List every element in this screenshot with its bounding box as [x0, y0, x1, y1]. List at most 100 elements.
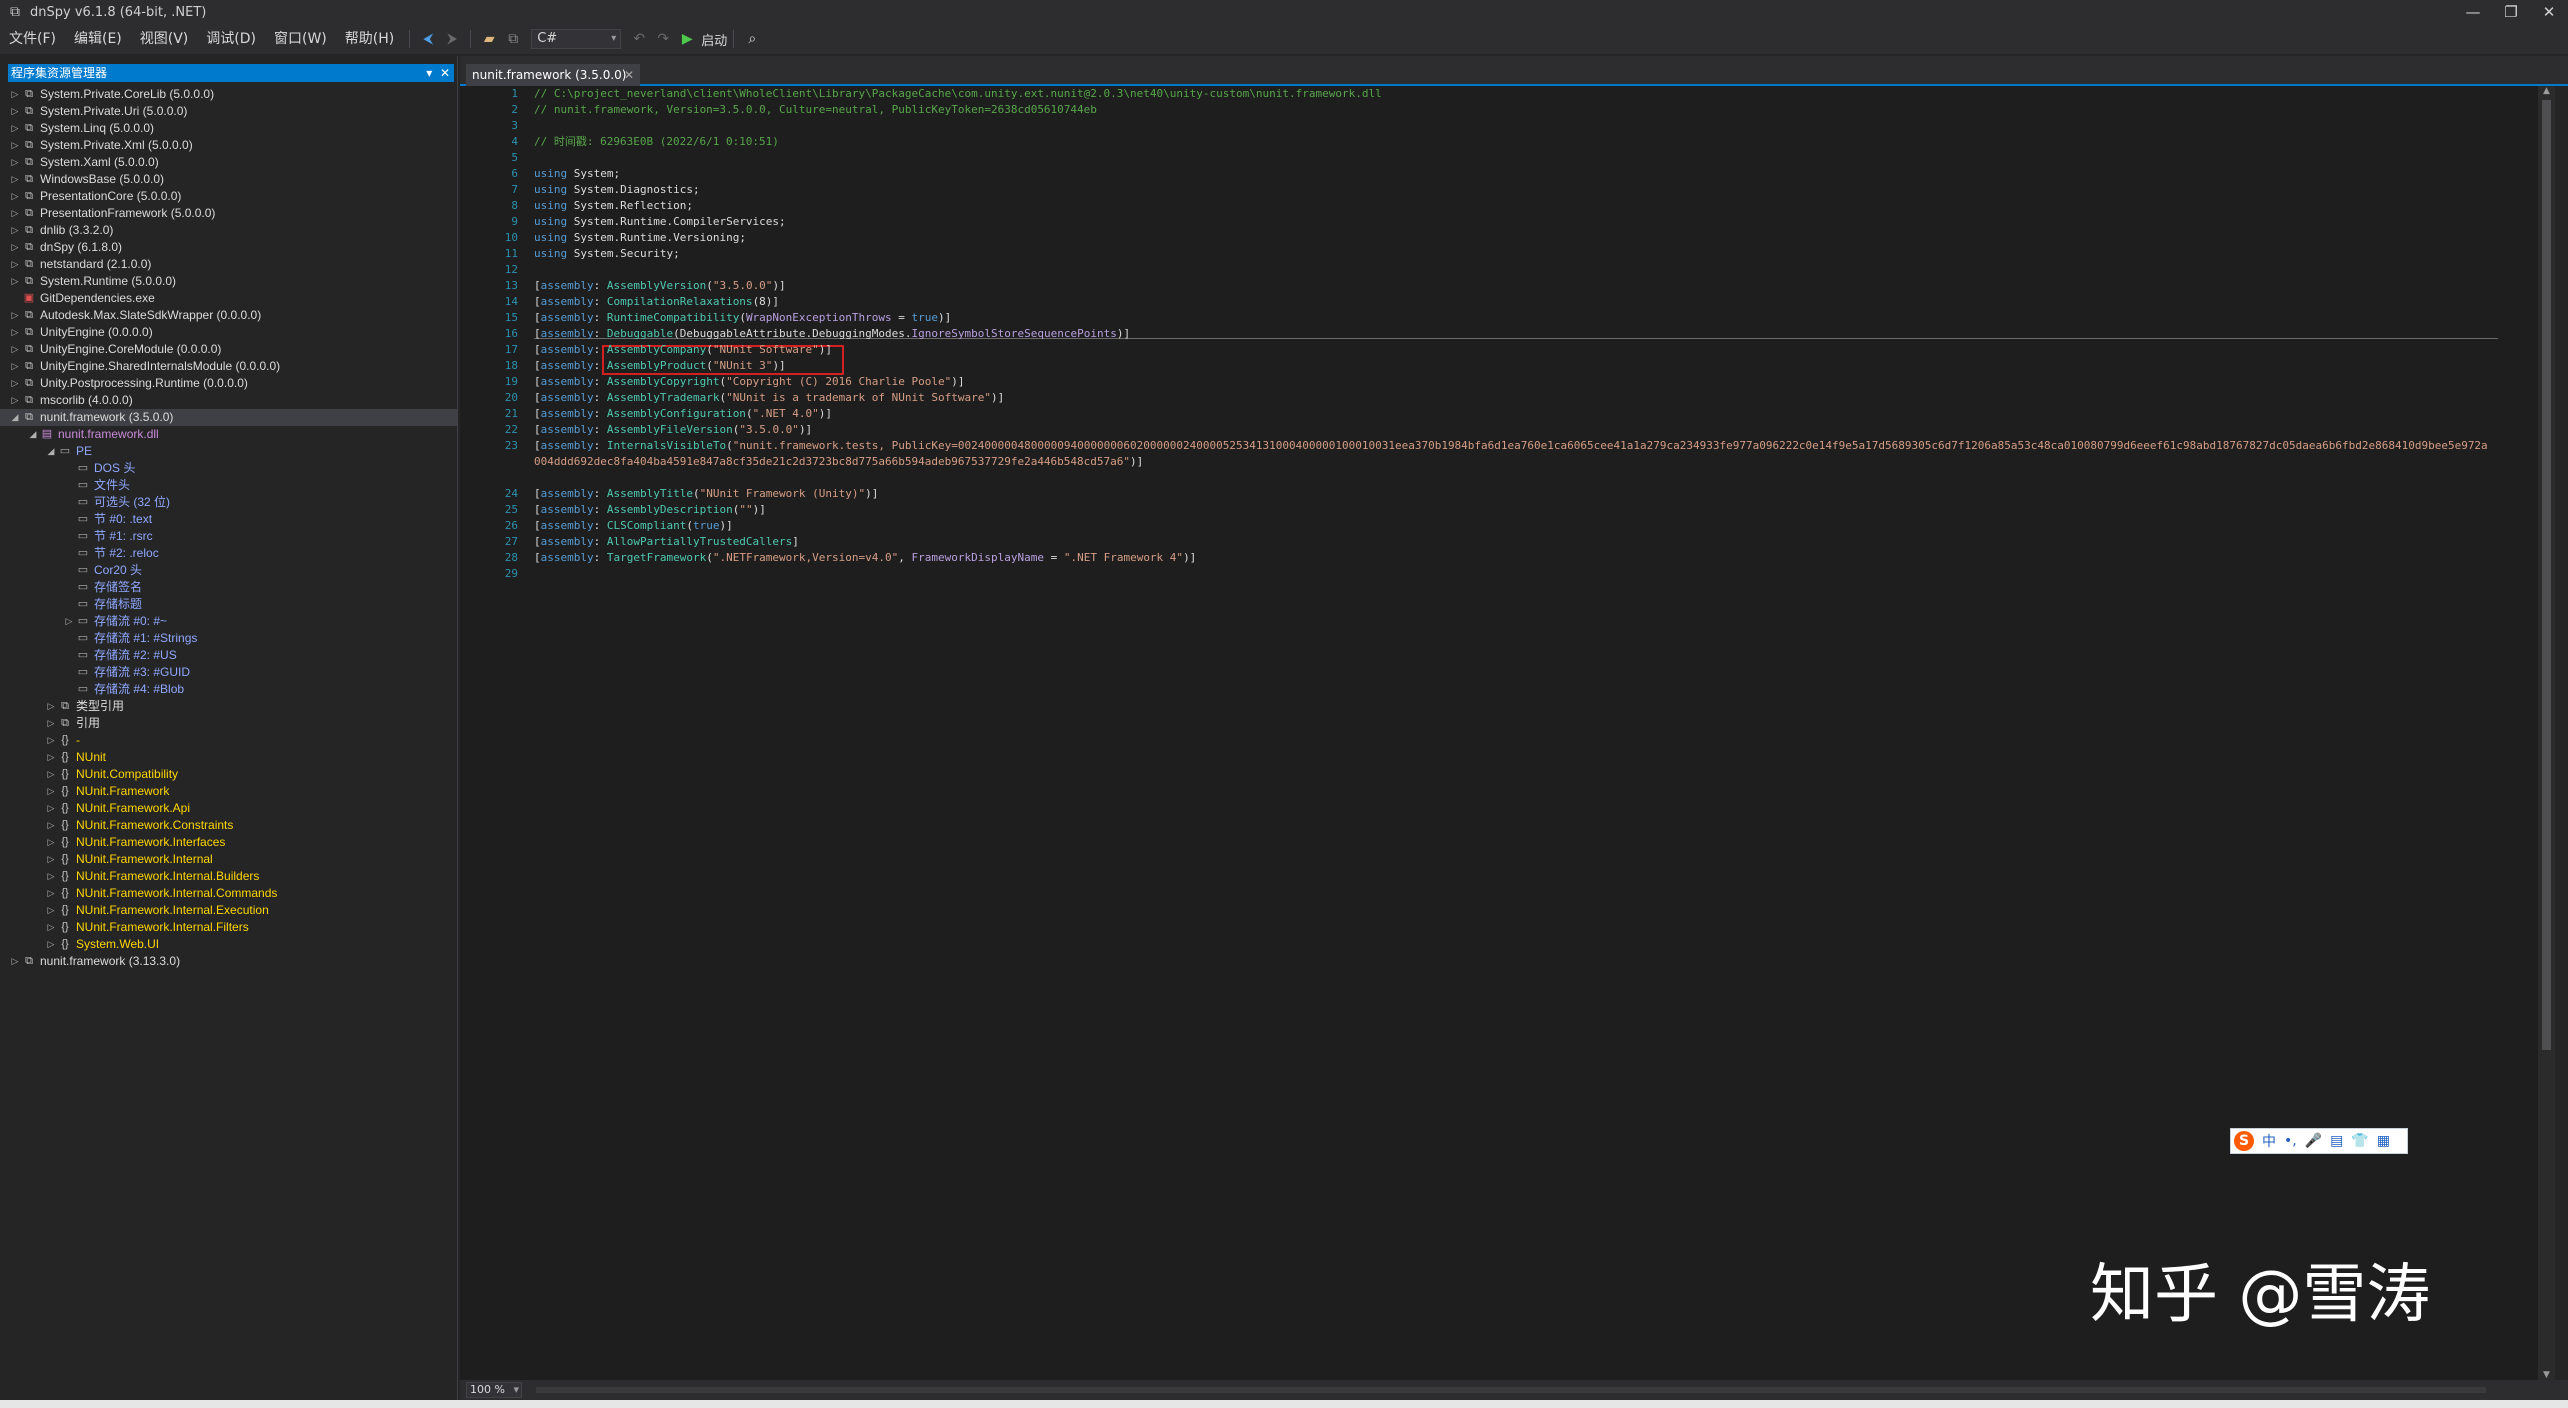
expand-arrow-icon[interactable]: ▷ — [10, 324, 20, 341]
scroll-up-icon[interactable]: ▲ — [2538, 86, 2555, 96]
panel-close-icon[interactable]: ✕ — [440, 66, 450, 80]
tree-item[interactable]: ▭ 节 #0: .text — [0, 511, 458, 528]
tree-item[interactable]: ▷ {} NUnit — [0, 749, 458, 766]
expand-arrow-icon[interactable]: ▷ — [46, 919, 56, 936]
code-line[interactable]: 22 [assembly: AssemblyFileVersion("3.5.0.… — [460, 422, 2538, 438]
expand-arrow-icon[interactable]: ▷ — [10, 120, 20, 137]
tree-item[interactable]: ▷ {} NUnit.Framework — [0, 783, 458, 800]
tree-item[interactable]: ▷ ⧉ WindowsBase (5.0.0.0) — [0, 171, 458, 188]
code-line[interactable]: 28 [assembly: TargetFramework(".NETFramew… — [460, 550, 2538, 566]
tree-item[interactable]: ▷ ⧉ dnSpy (6.1.8.0) — [0, 239, 458, 256]
expand-arrow-icon[interactable]: ▷ — [46, 783, 56, 800]
tree-item[interactable]: ▷ ⧉ System.Private.CoreLib (5.0.0.0) — [0, 86, 458, 103]
expand-arrow-icon[interactable]: ▷ — [46, 885, 56, 902]
code-line[interactable]: 21 [assembly: AssemblyConfiguration(".NET… — [460, 406, 2538, 422]
tree-item[interactable]: ▷ ⧉ 类型引用 — [0, 698, 458, 715]
tree-item[interactable]: ▷ ⧉ UnityEngine (0.0.0.0) — [0, 324, 458, 341]
tree-item[interactable]: ▷ ⧉ System.Private.Uri (5.0.0.0) — [0, 103, 458, 120]
tree-item[interactable]: ▷ ⧉ nunit.framework (3.13.3.0) — [0, 953, 458, 970]
keyboard-icon[interactable]: ▤ — [2330, 1133, 2343, 1149]
tree-item[interactable]: ▷ ▭ 存储流 #0: #~ — [0, 613, 458, 630]
ime-chinese-mode[interactable]: 中 — [2262, 1131, 2276, 1151]
expand-arrow-icon[interactable]: ▷ — [10, 137, 20, 154]
code-line[interactable]: 14 [assembly: CompilationRelaxations(8)] — [460, 294, 2538, 310]
tree-item[interactable]: ▭ 存储标题 — [0, 596, 458, 613]
back-icon[interactable]: ⮜ — [418, 29, 438, 49]
maximize-button[interactable]: ❐ — [2492, 0, 2530, 24]
language-select[interactable]: C# ▾ — [531, 29, 622, 49]
menu-help[interactable]: 帮助(H) — [336, 24, 403, 54]
code-line[interactable]: 26 [assembly: CLSCompliant(true)] — [460, 518, 2538, 534]
code-line[interactable]: 13 [assembly: AssemblyVersion("3.5.0.0")] — [460, 278, 2538, 294]
expand-arrow-icon[interactable]: ▷ — [10, 256, 20, 273]
expand-arrow-icon[interactable]: ▷ — [46, 698, 56, 715]
toolbox-icon[interactable]: ▦ — [2377, 1133, 2390, 1149]
expand-arrow-icon[interactable]: ▷ — [10, 205, 20, 222]
tree-item[interactable]: ▷ ⧉ PresentationFramework (5.0.0.0) — [0, 205, 458, 222]
tree-item[interactable]: ▭ 节 #2: .reloc — [0, 545, 458, 562]
tree-item[interactable]: ▭ 可选头 (32 位) — [0, 494, 458, 511]
expand-arrow-icon[interactable]: ▷ — [46, 936, 56, 953]
start-debug-icon[interactable]: ▶ — [677, 29, 697, 49]
code-line[interactable]: 1 // C:\project_neverland\client\WholeCli… — [460, 86, 2538, 102]
tree-item[interactable]: ▷ ⧉ mscorlib (4.0.0.0) — [0, 392, 458, 409]
undo-icon[interactable]: ↶ — [629, 29, 649, 49]
expand-arrow-icon[interactable]: ▷ — [10, 392, 20, 409]
microphone-icon[interactable]: 🎤 — [2305, 1133, 2322, 1149]
tree-item[interactable]: ▷ {} System.Web.UI — [0, 936, 458, 953]
menu-view[interactable]: 视图(V) — [131, 24, 198, 54]
tree-item[interactable]: ▷ {} - — [0, 732, 458, 749]
tree-item[interactable]: ▷ ⧉ System.Runtime (5.0.0.0) — [0, 273, 458, 290]
tree-item[interactable]: ▷ ⧉ netstandard (2.1.0.0) — [0, 256, 458, 273]
collapse-arrow-icon[interactable]: ◢ — [10, 409, 20, 426]
expand-arrow-icon[interactable]: ▷ — [10, 171, 20, 188]
code-line[interactable]: 27 [assembly: AllowPartiallyTrustedCaller… — [460, 534, 2538, 550]
tree-item[interactable]: ▭ 存储流 #3: #GUID — [0, 664, 458, 681]
code-line[interactable]: 5 — [460, 150, 2538, 166]
tree-item[interactable]: ▷ ⧉ System.Xaml (5.0.0.0) — [0, 154, 458, 171]
tree-item[interactable]: ▭ 节 #1: .rsrc — [0, 528, 458, 545]
code-line[interactable]: 6 using System; — [460, 166, 2538, 182]
sogou-logo-icon[interactable]: S — [2234, 1131, 2254, 1151]
tree-item[interactable]: ▭ DOS 头 — [0, 460, 458, 477]
expand-arrow-icon[interactable]: ▷ — [46, 800, 56, 817]
open-list-icon[interactable]: ⧉ — [503, 29, 523, 49]
expand-arrow-icon[interactable]: ▷ — [10, 103, 20, 120]
code-line[interactable]: 17 [assembly: AssemblyCompany("NUnit Soft… — [460, 342, 2538, 358]
scroll-down-icon[interactable]: ▼ — [2538, 1370, 2555, 1380]
tree-item[interactable]: ▭ 存储流 #4: #Blob — [0, 681, 458, 698]
expand-arrow-icon[interactable]: ▷ — [10, 188, 20, 205]
expand-arrow-icon[interactable]: ▷ — [46, 817, 56, 834]
tree-item[interactable]: ▷ {} NUnit.Compatibility — [0, 766, 458, 783]
expand-arrow-icon[interactable]: ▷ — [46, 868, 56, 885]
expand-arrow-icon[interactable]: ▷ — [10, 273, 20, 290]
code-line[interactable]: 10 using System.Runtime.Versioning; — [460, 230, 2538, 246]
expand-arrow-icon[interactable]: ▷ — [10, 953, 20, 970]
tree-item[interactable]: ▷ ⧉ System.Linq (5.0.0.0) — [0, 120, 458, 137]
expand-arrow-icon[interactable]: ▷ — [46, 732, 56, 749]
code-line[interactable]: 12 — [460, 262, 2538, 278]
redo-icon[interactable]: ↷ — [653, 29, 673, 49]
expand-arrow-icon[interactable]: ▷ — [46, 834, 56, 851]
zoom-select[interactable]: 100 % ▾ — [466, 1382, 522, 1398]
tree-item[interactable]: ▷ {} NUnit.Framework.Internal.Builders — [0, 868, 458, 885]
code-line[interactable]: 19 [assembly: AssemblyCopyright("Copyrigh… — [460, 374, 2538, 390]
expand-arrow-icon[interactable]: ▷ — [10, 86, 20, 103]
tree-item[interactable]: ▷ {} NUnit.Framework.Internal.Execution — [0, 902, 458, 919]
panel-dropdown-icon[interactable]: ▾ — [426, 66, 432, 80]
tab-close-icon[interactable]: ✕ — [624, 64, 634, 86]
expand-arrow-icon[interactable]: ▷ — [46, 766, 56, 783]
start-debug-label[interactable]: 启动 — [701, 30, 727, 49]
code-line[interactable]: 11 using System.Security; — [460, 246, 2538, 262]
vertical-scrollbar[interactable]: ▲ ▼ — [2538, 86, 2555, 1380]
menu-debug[interactable]: 调试(D) — [197, 24, 265, 54]
code-editor[interactable]: 1 // C:\project_neverland\client\WholeCli… — [460, 86, 2538, 1380]
skin-icon[interactable]: 👕 — [2351, 1133, 2368, 1149]
menu-window[interactable]: 窗口(W) — [265, 24, 336, 54]
tree-item[interactable]: ◢ ▭ PE — [0, 443, 458, 460]
expand-arrow-icon[interactable]: ▷ — [10, 222, 20, 239]
expand-arrow-icon[interactable]: ▷ — [10, 358, 20, 375]
expand-arrow-icon[interactable]: ▷ — [46, 851, 56, 868]
assembly-tree[interactable]: ▷ ⧉ System.Private.CoreLib (5.0.0.0) ▷ ⧉ Syst… — [0, 86, 458, 1396]
scrollbar-thumb[interactable] — [2542, 100, 2551, 1050]
